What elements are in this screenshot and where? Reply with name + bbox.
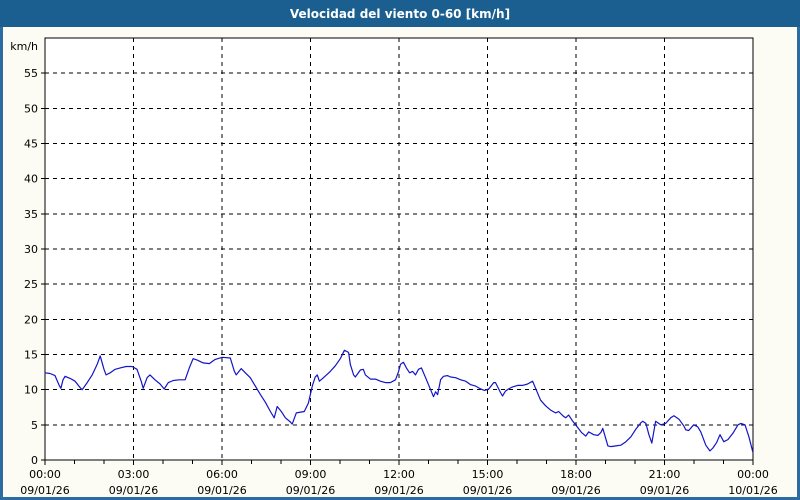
x-tick-time-label: 15:00 <box>472 468 504 481</box>
x-tick-date-label: 09/01/26 <box>374 484 423 497</box>
x-tick-time-label: 09:00 <box>295 468 327 481</box>
y-tick-label: 5 <box>31 419 38 432</box>
wind-chart-window: Velocidad del viento 0-60 [km/h] 0 5 10 15 2… <box>0 0 800 500</box>
y-tick-label: 50 <box>24 102 38 115</box>
x-tick-date-label: 09/01/26 <box>109 484 158 497</box>
x-tick-date-label: 09/01/26 <box>197 484 246 497</box>
x-tick-time-label: 00:00 <box>737 468 769 481</box>
y-tick-label: 45 <box>24 138 38 151</box>
x-tick-date-label: 09/01/26 <box>286 484 335 497</box>
y-axis-unit-label: km/h <box>10 40 38 53</box>
x-tick-time-label: 18:00 <box>560 468 592 481</box>
y-tick-label: 25 <box>24 278 38 291</box>
y-tick-label: 30 <box>24 243 38 256</box>
y-tick-label: 35 <box>24 208 38 221</box>
x-tick-time-label: 06:00 <box>206 468 238 481</box>
y-tick-label: 40 <box>24 173 38 186</box>
x-tick-time-label: 03:00 <box>118 468 150 481</box>
chart-area: 0 5 10 15 20 25 30 35 40 45 50 55 km/h 00:00 09/01/26 0… <box>0 27 800 500</box>
y-tick-label: 15 <box>24 349 38 362</box>
x-tick-date-label: 09/01/26 <box>463 484 512 497</box>
x-tick-date-label: 09/01/26 <box>640 484 689 497</box>
y-tick-label: 10 <box>24 384 38 397</box>
wind-speed-chart: 0 5 10 15 20 25 30 35 40 45 50 55 km/h 00:00 09/01/26 0… <box>3 27 797 497</box>
x-tick-time-label: 21:00 <box>649 468 681 481</box>
x-tick-date-label: 09/01/26 <box>551 484 600 497</box>
y-tick-label: 55 <box>24 67 38 80</box>
y-tick-label: 0 <box>31 454 38 467</box>
x-tick-date-label: 10/01/26 <box>728 484 777 497</box>
x-tick-time-label: 00:00 <box>29 468 61 481</box>
title-bar: Velocidad del viento 0-60 [km/h] <box>0 0 800 27</box>
x-tick-date-label: 09/01/26 <box>20 484 69 497</box>
x-tick-time-label: 12:00 <box>383 468 415 481</box>
chart-title: Velocidad del viento 0-60 [km/h] <box>290 7 510 21</box>
y-tick-label: 20 <box>24 313 38 326</box>
